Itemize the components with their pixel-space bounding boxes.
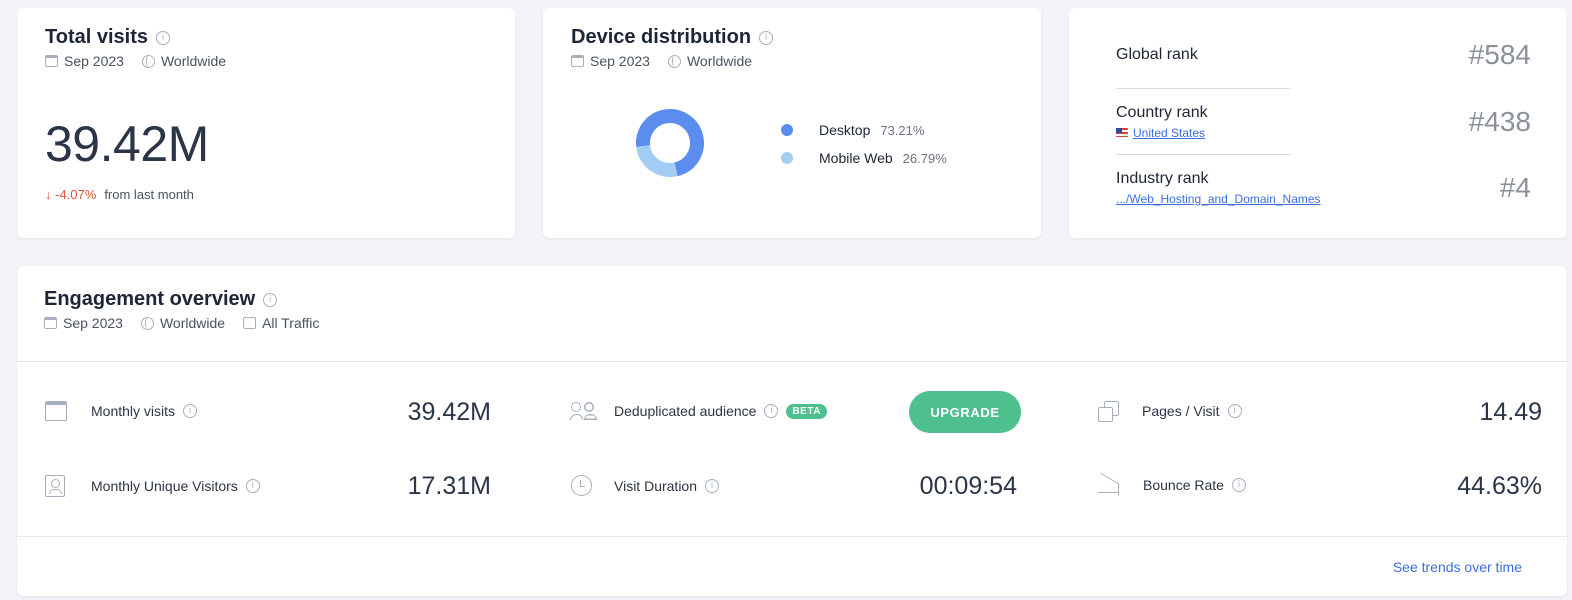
monthly-visits-metric: Monthly visits i <box>45 401 198 421</box>
device-legend: Desktop 73.21% Mobile Web 26.79% <box>781 116 947 172</box>
divider <box>17 536 1567 537</box>
calendar-icon <box>571 55 584 67</box>
info-icon[interactable]: i <box>1231 478 1246 492</box>
industry-rank-value: #4 <box>1499 171 1531 203</box>
globe-icon <box>140 316 154 330</box>
global-rank-value: #584 <box>1468 39 1531 70</box>
device-title: Device distribution <box>571 26 752 48</box>
donut-chart[interactable] <box>635 108 705 183</box>
total-visits-meta: Sep 2023 Worldwide <box>45 53 487 69</box>
industry-rank-row: Industry rank .../Web_Hosting_and_Domain… <box>1116 155 1531 220</box>
country-rank-row: Country rank United States #438 <box>1116 89 1531 154</box>
engagement-title: Engagement overview <box>44 288 256 310</box>
industry-rank-label: Industry rank <box>1116 169 1209 187</box>
engagement-overview-card: Engagement overview i Sep 2023 Worldwide… <box>17 266 1567 596</box>
industry-link-row[interactable]: .../Web_Hosting_and_Domain_Names <box>1116 192 1321 206</box>
dedup-audience-label: Deduplicated audience <box>614 403 757 419</box>
bounce-rate-label: Bounce Rate <box>1143 477 1224 493</box>
device-meta: Sep 2023 Worldwide <box>571 53 1013 69</box>
donut-slice-mobile-web[interactable] <box>636 144 678 177</box>
upgrade-button[interactable]: UPGRADE <box>909 391 1021 433</box>
engagement-title-row: Engagement overview i <box>44 288 1539 311</box>
rank-card: Global rank #584 Country rank United Sta… <box>1069 8 1567 238</box>
legend-dot-desktop <box>781 124 793 136</box>
legend-value: 26.79% <box>902 150 947 166</box>
device-title-row: Device distribution i <box>571 26 1013 49</box>
info-icon[interactable]: i <box>245 479 260 493</box>
donut-svg <box>636 109 704 177</box>
change-value: ↓ -4.07% <box>45 187 97 202</box>
monthly-visits-label: Monthly visits <box>91 403 176 419</box>
date-label: Sep 2023 <box>64 53 124 69</box>
pages-visit-label: Pages / Visit <box>1142 403 1220 419</box>
date-label: Sep 2023 <box>590 53 650 69</box>
info-icon[interactable]: i <box>263 292 278 307</box>
unique-visitors-metric: Monthly Unique Visitors i <box>45 475 260 497</box>
pages-icon <box>1098 401 1119 422</box>
clock-icon <box>571 475 592 496</box>
legend-name: Desktop <box>819 122 871 138</box>
global-rank-label: Global rank <box>1116 46 1198 63</box>
visit-duration-metric: Visit Duration i <box>571 475 720 496</box>
info-icon[interactable]: i <box>705 478 720 493</box>
person-card-icon <box>45 475 65 497</box>
info-icon[interactable]: i <box>764 404 779 418</box>
country-rank-label: Country rank <box>1116 103 1208 121</box>
region-label: Worldwide <box>686 53 753 69</box>
monthly-visits-value: 39.42M <box>407 398 491 426</box>
visit-duration-value: 00:09:54 <box>919 472 1017 500</box>
info-icon[interactable]: i <box>759 30 774 45</box>
unique-visitors-label: Monthly Unique Visitors <box>91 478 238 494</box>
country-rank-value: #438 <box>1468 105 1531 137</box>
legend-dot-mobile-web <box>781 152 793 164</box>
info-icon[interactable]: i <box>156 30 170 45</box>
globe-icon <box>141 54 155 68</box>
traffic-label: All Traffic <box>262 315 320 331</box>
dedup-audience-metric: Deduplicated audience i BETA <box>570 401 827 421</box>
legend-item-mobile-web[interactable]: Mobile Web 26.79% <box>781 144 947 172</box>
calendar-icon <box>45 401 67 421</box>
change-label: from last month <box>104 187 194 202</box>
bounce-rate-value: 44.63% <box>1457 472 1542 500</box>
users-icon <box>570 401 596 421</box>
pages-visit-value: 14.49 <box>1479 398 1542 426</box>
country-link[interactable]: United States <box>1133 126 1205 140</box>
engagement-header: Engagement overview i Sep 2023 Worldwide… <box>17 266 1567 362</box>
total-visits-card: Total visits i Sep 2023 Worldwide 39.42M… <box>17 8 515 238</box>
legend-item-desktop[interactable]: Desktop 73.21% <box>781 116 947 144</box>
date-label: Sep 2023 <box>63 315 123 331</box>
country-link-row[interactable]: United States <box>1116 126 1208 140</box>
pages-visit-metric: Pages / Visit i <box>1098 401 1242 422</box>
total-visits-value: 39.42M <box>45 116 209 172</box>
change-row: ↓ -4.07% from last month <box>45 187 487 202</box>
flag-us-icon <box>1116 128 1128 137</box>
bounce-icon <box>1097 475 1119 495</box>
engagement-meta: Sep 2023 Worldwide All Traffic <box>44 315 1539 331</box>
legend-name: Mobile Web <box>819 150 893 166</box>
see-trends-link[interactable]: See trends over time <box>1393 559 1522 575</box>
global-rank-row: Global rank #584 <box>1116 22 1531 88</box>
unique-visitors-value: 17.31M <box>407 472 491 500</box>
device-distribution-card: Device distribution i Sep 2023 Worldwide… <box>543 8 1041 238</box>
traffic-icon <box>243 317 257 329</box>
region-label: Worldwide <box>159 315 226 331</box>
beta-badge: BETA <box>786 403 827 419</box>
info-icon[interactable]: i <box>183 404 198 418</box>
calendar-icon <box>44 317 57 329</box>
legend-value: 73.21% <box>880 122 925 138</box>
region-label: Worldwide <box>160 53 227 69</box>
bounce-rate-metric: Bounce Rate i <box>1097 475 1246 495</box>
info-icon[interactable]: i <box>1227 404 1242 418</box>
globe-icon <box>667 54 681 68</box>
total-visits-title: Total visits <box>45 26 148 48</box>
industry-link[interactable]: .../Web_Hosting_and_Domain_Names <box>1116 192 1321 206</box>
visit-duration-label: Visit Duration <box>614 477 698 494</box>
total-visits-title-row: Total visits i <box>45 26 487 49</box>
calendar-icon <box>45 55 58 67</box>
